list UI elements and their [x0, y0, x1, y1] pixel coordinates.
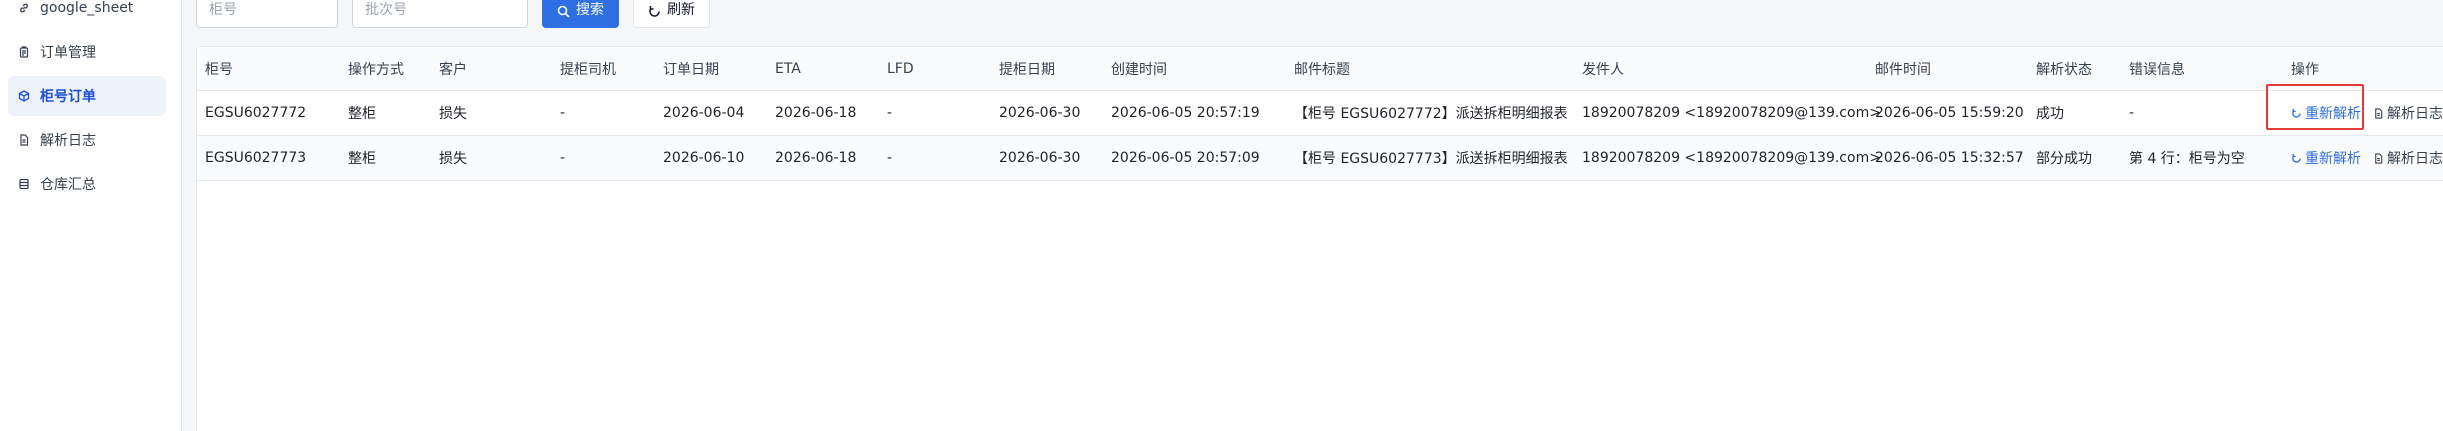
column-header[interactable]: 发件人	[1582, 47, 1624, 90]
parse-log-label: 解析日志	[2387, 106, 2443, 122]
main-content: 柜号 批次号 搜索 刷新 柜号 操作方式 客户 提柜司机 订单日期 ETA LF…	[182, 0, 2443, 431]
column-header[interactable]: 邮件标题	[1294, 47, 1350, 90]
cell-mail-time: 2026-06-05 15:59:20	[1875, 105, 2024, 121]
cell-parse-status: 成功	[2036, 106, 2064, 122]
clipboard-icon	[18, 46, 30, 58]
column-header[interactable]: 邮件时间	[1875, 47, 1931, 90]
column-header[interactable]: 错误信息	[2129, 47, 2185, 90]
cell-container-no: EGSU6027772	[205, 105, 307, 121]
sidebar-item-label: 解析日志	[40, 133, 96, 149]
table-row[interactable]: EGSU6027773 整柜 损失 - 2026-06-10 2026-06-1…	[197, 136, 2443, 181]
parse-log-button[interactable]: 解析日志	[2373, 148, 2443, 168]
cell-customer: 损失	[439, 106, 467, 122]
box-icon	[18, 90, 30, 102]
sidebar-item-container-orders[interactable]: 柜号订单	[8, 76, 166, 116]
sidebar: google_sheet 订单管理 柜号订单 解析日志 仓库汇总	[0, 0, 182, 431]
column-header: 操作	[2291, 61, 2319, 78]
link-icon	[18, 2, 30, 14]
sidebar-item-parse-log[interactable]: 解析日志	[8, 120, 166, 160]
column-header[interactable]: 提柜司机	[560, 47, 616, 90]
parse-log-label: 解析日志	[2387, 151, 2443, 167]
search-icon	[557, 5, 570, 19]
cell-mail-subject: 【柜号 EGSU6027772】派送拆柜明细报表	[1294, 106, 1568, 122]
cell-customer: 损失	[439, 151, 467, 167]
cell-parse-status: 部分成功	[2036, 151, 2092, 167]
refresh-button[interactable]: 刷新	[633, 0, 710, 28]
cell-mail-subject: 【柜号 EGSU6027773】派送拆柜明细报表	[1294, 151, 1568, 167]
table-row[interactable]: EGSU6027772 整柜 损失 - 2026-06-04 2026-06-1…	[197, 91, 2443, 136]
cell-lfd: -	[887, 105, 893, 121]
filter-toolbar: 柜号 批次号 搜索 刷新	[196, 0, 710, 28]
column-header[interactable]: 解析状态	[2036, 47, 2092, 90]
sidebar-item-label: google_sheet	[40, 0, 134, 16]
refresh-icon	[2291, 108, 2302, 119]
refresh-button-label: 刷新	[667, 2, 695, 18]
orders-table: 柜号 操作方式 客户 提柜司机 订单日期 ETA LFD 提柜日期 创建时间 邮…	[196, 46, 2443, 431]
batch-no-input[interactable]: 批次号	[352, 0, 528, 28]
column-header[interactable]: 订单日期	[663, 47, 719, 90]
cell-created-at: 2026-06-05 20:57:09	[1111, 150, 1260, 166]
column-header[interactable]: 操作方式	[348, 47, 404, 90]
container-no-input[interactable]: 柜号	[196, 0, 338, 28]
cell-eta: 2026-06-18	[775, 105, 857, 121]
cell-mail-time: 2026-06-05 15:32:57	[1875, 150, 2024, 166]
sidebar-item-warehouse-summary[interactable]: 仓库汇总	[8, 164, 166, 204]
search-button[interactable]: 搜索	[542, 0, 619, 28]
cell-driver: -	[560, 105, 566, 121]
column-header[interactable]: 柜号	[205, 47, 233, 90]
cell-created-at: 2026-06-05 20:57:19	[1111, 105, 1260, 121]
reparse-button[interactable]: 重新解析	[2291, 148, 2361, 168]
database-icon	[18, 178, 30, 190]
cell-actions: 重新解析 解析日志	[2291, 91, 2443, 135]
cell-operation: 整柜	[348, 151, 376, 167]
column-header[interactable]: LFD	[887, 47, 914, 90]
sidebar-item-label: 仓库汇总	[40, 177, 96, 193]
sidebar-item-label: 订单管理	[40, 45, 96, 61]
document-icon	[18, 134, 30, 146]
column-header[interactable]: ETA	[775, 47, 801, 90]
cell-order-date: 2026-06-10	[663, 150, 745, 166]
refresh-icon	[2291, 153, 2302, 164]
refresh-icon	[648, 5, 661, 19]
cell-pickup-date: 2026-06-30	[999, 150, 1081, 166]
document-icon	[2373, 152, 2384, 164]
cell-actions: 重新解析 解析日志	[2291, 136, 2443, 180]
cell-error: -	[2129, 105, 2135, 121]
sidebar-item-label: 柜号订单	[40, 89, 96, 105]
reparse-label: 重新解析	[2305, 151, 2361, 167]
cell-container-no: EGSU6027773	[205, 150, 307, 166]
cell-sender: 18920078209 <18920078209@139.com>	[1582, 150, 1881, 166]
cell-eta: 2026-06-18	[775, 150, 857, 166]
search-button-label: 搜索	[576, 2, 604, 18]
sidebar-item-order-management[interactable]: 订单管理	[8, 32, 166, 72]
cell-pickup-date: 2026-06-30	[999, 105, 1081, 121]
reparse-button[interactable]: 重新解析	[2291, 103, 2361, 123]
sidebar-item-google-sheet[interactable]: google_sheet	[8, 0, 166, 28]
cell-error: 第 4 行：柜号为空	[2129, 151, 2245, 167]
column-header[interactable]: 提柜日期	[999, 47, 1055, 90]
column-header[interactable]: 客户	[439, 47, 467, 90]
document-icon	[2373, 107, 2384, 119]
cell-lfd: -	[887, 150, 893, 166]
cell-sender: 18920078209 <18920078209@139.com>	[1582, 105, 1881, 121]
cell-order-date: 2026-06-04	[663, 105, 745, 121]
cell-operation: 整柜	[348, 106, 376, 122]
parse-log-button[interactable]: 解析日志	[2373, 103, 2443, 123]
reparse-label: 重新解析	[2305, 106, 2361, 122]
column-header[interactable]: 创建时间	[1111, 47, 1167, 90]
cell-driver: -	[560, 150, 566, 166]
table-header: 柜号 操作方式 客户 提柜司机 订单日期 ETA LFD 提柜日期 创建时间 邮…	[197, 47, 2443, 91]
